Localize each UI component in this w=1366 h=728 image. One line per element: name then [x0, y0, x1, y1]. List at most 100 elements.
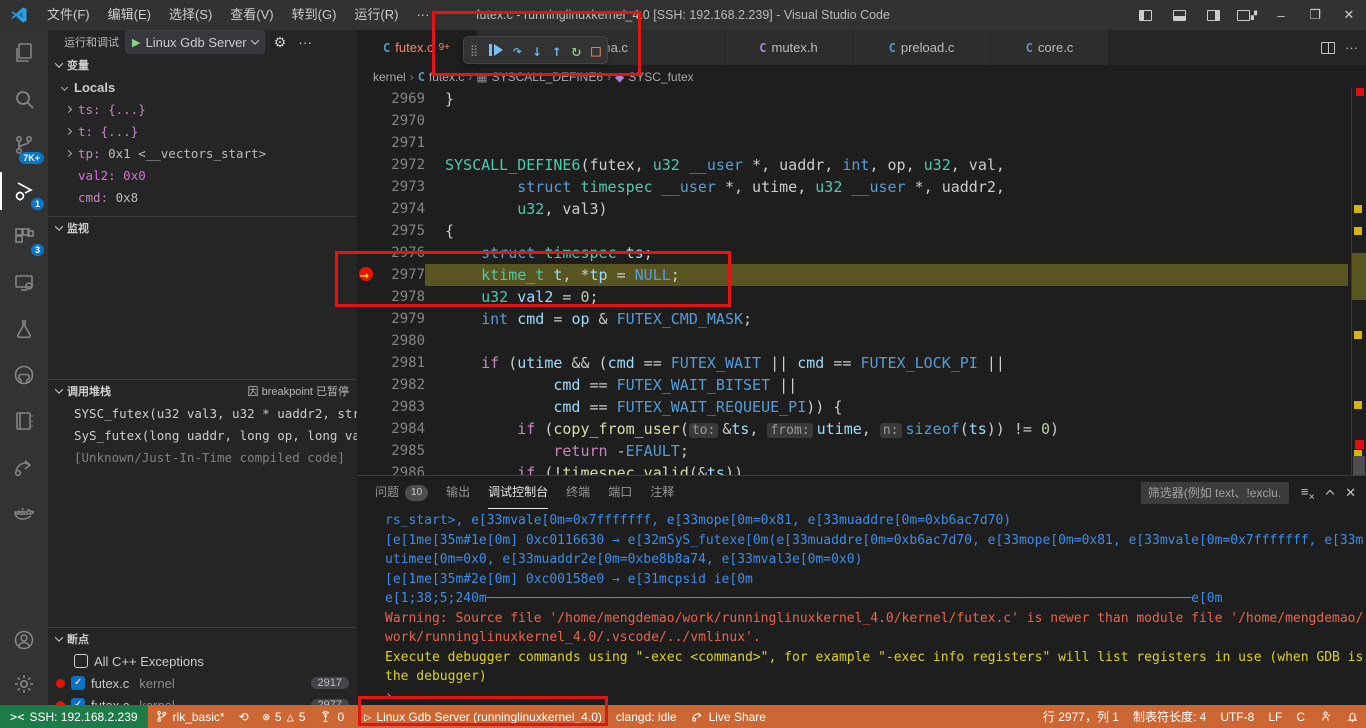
editor-more-actions-icon[interactable]: ··· [1345, 40, 1358, 55]
git-branch-item[interactable]: rlk_basic* [148, 705, 232, 728]
code-line-2969[interactable]: 2969} [357, 88, 1366, 110]
panel-tab-端口[interactable]: 端口 [608, 476, 632, 509]
checkbox-checked[interactable] [71, 676, 85, 690]
github-icon[interactable] [0, 352, 48, 398]
toolbar-drag-handle[interactable]: ⣿ [470, 44, 479, 57]
code-line-2975[interactable]: 2975{ [357, 220, 1366, 242]
toggle-secondary-sidebar-icon[interactable] [1196, 0, 1230, 30]
stack-frame-row[interactable]: [Unknown/Just-In-Time compiled code] [48, 446, 357, 468]
close-button[interactable]: ✕ [1332, 0, 1366, 30]
search-icon[interactable] [0, 76, 48, 122]
run-debug-icon[interactable]: 1 [0, 168, 48, 214]
breakpoint-row[interactable]: futex.ckernel2977 [48, 694, 357, 705]
exception-breakpoint-row[interactable]: All C++ Exceptions [48, 650, 357, 672]
code-line-2983[interactable]: 2983 cmd == FUTEX_WAIT_REQUEUE_PI)) { [357, 396, 1366, 418]
language-mode-item[interactable]: C [1289, 705, 1312, 728]
notifications-item[interactable] [1339, 705, 1366, 728]
menu-item-4[interactable]: 转到(G) [283, 0, 346, 30]
remote-indicator[interactable]: >< SSH: 192.168.2.239 [0, 705, 148, 728]
panel-tab-问题[interactable]: 问题10 [375, 476, 428, 509]
code-line-2977[interactable]: →2977 ktime_t t, *tp = NULL; [357, 264, 1366, 286]
clear-console-icon[interactable]: ≡✕ [1301, 484, 1315, 502]
eol-item[interactable]: LF [1261, 705, 1289, 728]
split-editor-icon[interactable] [1321, 42, 1335, 54]
variable-row[interactable]: val2: 0x0 [48, 164, 357, 186]
settings-gear-icon[interactable] [0, 663, 48, 705]
step-out-button[interactable]: ↑ [552, 41, 562, 60]
code-line-2978[interactable]: 2978 u32 val2 = 0; [357, 286, 1366, 308]
maximize-panel-icon[interactable] [1327, 485, 1333, 500]
watch-section-header[interactable]: 监视 [48, 217, 357, 239]
tab-size-item[interactable]: 制表符长度: 4 [1126, 705, 1213, 728]
code-line-2986[interactable]: 2986 if (!timespec_valid(&ts)) [357, 462, 1366, 475]
clangd-status-item[interactable]: clangd: idle [609, 705, 684, 728]
code-line-2971[interactable]: 2971 [357, 132, 1366, 154]
panel-tab-输出[interactable]: 输出 [446, 476, 470, 509]
code-line-2973[interactable]: 2973 struct timespec __user *, utime, u3… [357, 176, 1366, 198]
scrollbar[interactable] [1353, 456, 1365, 475]
restore-button[interactable]: ❐ [1298, 0, 1332, 30]
menu-item-5[interactable]: 运行(R) [345, 0, 407, 30]
encoding-item[interactable]: UTF-8 [1213, 705, 1261, 728]
checkbox-checked[interactable] [71, 698, 85, 705]
code-line-2984[interactable]: 2984 if (copy_from_user(to:&ts, from:uti… [357, 418, 1366, 440]
tab-mutex.h[interactable]: Cmutex.h [725, 30, 853, 65]
stack-frame-row[interactable]: SyS_futex(long uaddr, long op, long val [48, 424, 357, 446]
sync-item[interactable]: ⟲ [232, 705, 256, 728]
call-stack-section-header[interactable]: 调用堆栈 因 breakpoint 已暂停 [48, 380, 357, 402]
source-control-icon[interactable]: 7K+ [0, 122, 48, 168]
variables-section-header[interactable]: 变量 [48, 54, 357, 76]
live-share-icon[interactable] [0, 444, 48, 490]
menu-item-1[interactable]: 编辑(E) [99, 0, 160, 30]
variable-row[interactable]: tp: 0x1 <__vectors_start> [48, 142, 357, 164]
breadcrumb-item[interactable]: ◆SYSC_futex [615, 70, 694, 84]
code-line-2970[interactable]: 2970 [357, 110, 1366, 132]
breadcrumb[interactable]: kernel›Cfutex.c›▦SYSCALL_DEFINE6›◆SYSC_f… [357, 65, 1366, 88]
checkbox-unchecked[interactable] [74, 654, 88, 668]
code-line-2976[interactable]: 2976 struct timespec ts; [357, 242, 1366, 264]
step-into-button[interactable]: ↓ [532, 41, 542, 60]
toggle-panel-icon[interactable] [1162, 0, 1196, 30]
minimize-button[interactable]: – [1264, 0, 1298, 30]
breadcrumb-item[interactable]: Cfutex.c [418, 70, 465, 84]
stack-frame-row[interactable]: SYSC_futex(u32 val3, u32 * uaddr2, stru [48, 402, 357, 424]
locals-scope[interactable]: Locals [48, 76, 357, 98]
notebook-icon[interactable] [0, 398, 48, 444]
live-share-item[interactable]: Live Share [684, 705, 773, 728]
panel-tab-调试控制台[interactable]: 调试控制台 [488, 476, 548, 509]
code-line-2982[interactable]: 2982 cmd == FUTEX_WAIT_BITSET || [357, 374, 1366, 396]
extensions-icon[interactable]: 3 [0, 214, 48, 260]
debug-console-output[interactable]: rs_start>, e[33mvale[0m=0x7fffffff, e[33… [357, 509, 1366, 705]
problems-item[interactable]: ⊗ 5 △ 5 [256, 705, 313, 728]
tab-core.c[interactable]: Ccore.c [991, 30, 1109, 65]
breakpoint-row[interactable]: futex.ckernel2917 [48, 672, 357, 694]
variable-row[interactable]: ts: {...} [48, 98, 357, 120]
step-over-button[interactable]: ↷ [513, 41, 523, 60]
menu-item-6[interactable]: ··· [407, 0, 438, 30]
breakpoints-section-header[interactable]: 断点 [48, 628, 357, 650]
cursor-position-item[interactable]: 行 2977，列 1 [1036, 705, 1126, 728]
close-panel-icon[interactable]: ✕ [1345, 485, 1356, 501]
debug-target-item[interactable]: ▷ Linux Gdb Server (runninglinuxkernel_4… [357, 705, 609, 728]
restart-button[interactable]: ↻ [571, 41, 581, 60]
breadcrumb-item[interactable]: kernel [373, 70, 406, 84]
explorer-icon[interactable] [0, 30, 48, 76]
docker-icon[interactable] [0, 490, 48, 536]
menu-item-2[interactable]: 选择(S) [160, 0, 221, 30]
code-line-2979[interactable]: 2979 int cmd = op & FUTEX_CMD_MASK; [357, 308, 1366, 330]
debug-config-dropdown[interactable]: ▶ Linux Gdb Server [125, 30, 265, 54]
debug-settings-gear-icon[interactable]: ⚙ [271, 34, 290, 51]
tab-futex.c[interactable]: Cfutex.c9+ [357, 30, 477, 65]
code-editor[interactable]: 2969}297029712972SYSCALL_DEFINE6(futex, … [357, 88, 1366, 475]
code-line-2974[interactable]: 2974 u32, val3) [357, 198, 1366, 220]
code-line-2981[interactable]: 2981 if (utime && (cmd == FUTEX_WAIT || … [357, 352, 1366, 374]
breadcrumb-item[interactable]: ▦SYSCALL_DEFINE6 [476, 70, 603, 84]
tab-preload.c[interactable]: Cpreload.c [853, 30, 991, 65]
menu-item-3[interactable]: 查看(V) [221, 0, 282, 30]
ports-item[interactable]: 0 [312, 705, 351, 728]
code-line-2972[interactable]: 2972SYSCALL_DEFINE6(futex, u32 __user *,… [357, 154, 1366, 176]
console-filter-input[interactable] [1141, 482, 1289, 504]
debug-more-actions-icon[interactable]: ··· [295, 34, 315, 50]
customize-layout-icon[interactable]: ▞ [1230, 0, 1264, 30]
feedback-item[interactable] [1312, 705, 1339, 728]
